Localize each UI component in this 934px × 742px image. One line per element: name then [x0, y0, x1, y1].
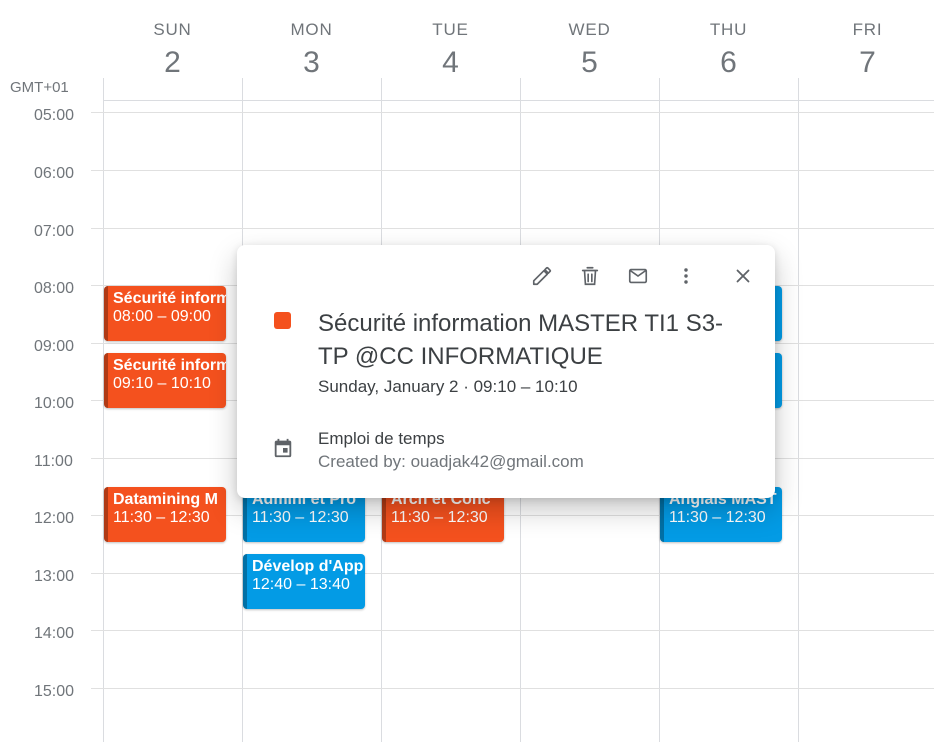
hour-label: 15:00	[34, 683, 75, 700]
day-header-thu[interactable]: THU 6	[659, 0, 798, 100]
pencil-icon	[532, 266, 552, 286]
event-time: 11:30 – 12:30	[669, 509, 766, 526]
close-button[interactable]	[725, 258, 761, 294]
event-time: 11:30 – 12:30	[391, 509, 488, 526]
header-divider	[103, 100, 934, 101]
day-number[interactable]: 6	[659, 46, 798, 80]
hour-label: 10:00	[34, 395, 75, 412]
day-name: WED	[568, 20, 611, 39]
close-icon	[736, 269, 750, 283]
day-number[interactable]: 3	[242, 46, 381, 80]
event-title: Dévelop d'App	[252, 558, 364, 575]
mail-icon	[628, 268, 648, 284]
event-date-time: Sunday, January 2 · 09:10 – 10:10	[318, 377, 578, 396]
column-divider	[798, 78, 799, 742]
event-develop[interactable]: Dévelop d'App 12:40 – 13:40	[243, 554, 365, 609]
event-datamining[interactable]: Datamining M 11:30 – 12:30	[104, 487, 226, 542]
event-securite-0800[interactable]: Sécurité information MASTER TI1 S3-TP @C…	[104, 286, 226, 341]
day-header-fri[interactable]: FRI 7	[798, 0, 934, 100]
hour-line	[91, 112, 934, 113]
day-number[interactable]: 2	[103, 46, 242, 80]
hour-label: 05:00	[34, 107, 75, 124]
timezone-label: GMT+01	[10, 79, 69, 96]
email-guests-button[interactable]	[620, 258, 656, 294]
event-title: Datamining M	[113, 491, 218, 508]
day-header-mon[interactable]: MON 3	[242, 0, 381, 100]
hour-line	[91, 630, 934, 631]
event-color-swatch	[274, 312, 291, 329]
calendar-name: Emploi de temps	[318, 429, 445, 448]
edit-button[interactable]	[524, 258, 560, 294]
event-securite-0910[interactable]: Sécurité information MASTER TI1 S3-TP @C…	[104, 353, 226, 408]
column-divider	[103, 78, 104, 742]
event-title: Sécurité information MASTER TI1 S3-TP @C…	[113, 357, 226, 374]
day-name: THU	[709, 20, 748, 39]
more-vert-icon	[684, 268, 688, 284]
day-header-wed[interactable]: WED 5	[520, 0, 659, 100]
hour-label: 06:00	[34, 165, 75, 182]
hour-line	[91, 170, 934, 171]
day-name: MON	[290, 20, 333, 39]
day-header-sun[interactable]: SUN 2	[103, 0, 242, 100]
hour-label: 14:00	[34, 625, 75, 642]
day-name: SUN	[153, 20, 192, 39]
hour-line	[91, 573, 934, 574]
hour-label: 11:00	[34, 453, 73, 470]
trash-icon	[581, 266, 599, 286]
hour-label: 08:00	[34, 280, 75, 297]
day-number[interactable]: 7	[798, 46, 934, 80]
day-name: FRI	[852, 20, 883, 39]
event-title: Sécurité information MASTER TI1 S3-TP @C…	[318, 310, 724, 370]
hour-label: 07:00	[34, 223, 75, 240]
event-time: 08:00 – 09:00	[113, 308, 211, 325]
hour-line	[91, 688, 934, 689]
event-time: 11:30 – 12:30	[113, 509, 210, 526]
day-header-tue[interactable]: TUE 4	[381, 0, 520, 100]
calendar-icon	[274, 438, 292, 458]
event-time: 09:10 – 10:10	[113, 375, 211, 392]
day-number[interactable]: 4	[381, 46, 520, 80]
event-details-popup: Sécurité information MASTER TI1 S3-TP @C…	[237, 245, 775, 498]
delete-button[interactable]	[572, 258, 608, 294]
hour-line	[91, 228, 934, 229]
day-number[interactable]: 5	[520, 46, 659, 80]
event-time: 11:30 – 12:30	[252, 509, 349, 526]
hour-label: 13:00	[34, 568, 75, 585]
event-title: Sécurité information MASTER TI1 S3-TP @C…	[113, 290, 226, 307]
created-by: Created by: ouadjak42@gmail.com	[318, 452, 584, 471]
hour-label: 09:00	[34, 338, 75, 355]
day-name: TUE	[432, 20, 469, 39]
options-button[interactable]	[668, 258, 704, 294]
hour-label: 12:00	[34, 510, 75, 527]
event-time: 12:40 – 13:40	[252, 576, 350, 593]
